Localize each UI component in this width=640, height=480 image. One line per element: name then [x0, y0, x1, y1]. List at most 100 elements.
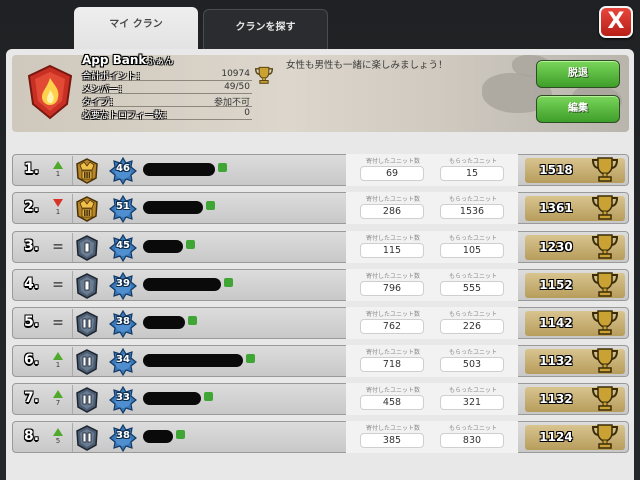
member-row[interactable]: 2. 1 51 寄付したユニット数 もらったユニット 286 1536 1361	[12, 192, 629, 224]
tab-my-clan[interactable]: マイ クラン	[74, 7, 198, 53]
member-level: 38	[116, 430, 130, 441]
clan-stat-members: メンバー： 49/50	[82, 82, 252, 95]
stat-value: 49/50	[224, 82, 250, 92]
member-name-redacted[interactable]	[143, 392, 201, 405]
clan-badge-icon	[27, 64, 73, 120]
received-label: もらったユニット	[448, 273, 497, 280]
donated-label: 寄付したユニット数	[365, 158, 420, 165]
trophy-icon	[591, 156, 619, 186]
member-name-redacted[interactable]	[143, 163, 215, 176]
member-row[interactable]: 3. = 45 寄付したユニット数 もらったユニット 115 105 1230	[12, 231, 629, 263]
role-elder-icon	[75, 235, 99, 261]
role-member-icon	[75, 349, 99, 375]
member-trophies: 1132	[539, 392, 573, 406]
donated-value: 69	[360, 166, 424, 181]
rank-same-icon: =	[52, 315, 64, 331]
trophy-icon	[591, 271, 619, 301]
rank-change-value: 1	[55, 208, 61, 216]
trophy-icon	[591, 385, 619, 415]
chat-icon	[246, 354, 255, 363]
received-label: もらったユニット	[448, 196, 497, 203]
chat-icon	[176, 430, 185, 439]
close-button[interactable]: X	[599, 6, 633, 38]
member-rank: 1.	[24, 161, 40, 177]
member-rank: 5.	[24, 314, 40, 330]
role-elder-icon	[75, 273, 99, 299]
rank-change: =	[51, 273, 65, 299]
rank-up-icon	[53, 352, 63, 360]
rank-change: 1	[51, 158, 65, 184]
role-member-icon	[75, 387, 99, 413]
clan-name: App Bankふぁん	[82, 53, 173, 67]
member-name-redacted[interactable]	[143, 278, 221, 291]
donated-label: 寄付したユニット数	[365, 235, 420, 242]
member-name-redacted[interactable]	[143, 354, 243, 367]
tab-find-clan[interactable]: クランを探す	[203, 9, 328, 49]
member-level: 51	[116, 201, 130, 212]
stat-label: タイプ：	[82, 98, 119, 108]
rank-change: 5	[51, 425, 65, 451]
member-row[interactable]: 6. 1 34 寄付したユニット数 もらったユニット 718 503 1132	[12, 345, 629, 377]
stat-label: メンバー：	[82, 85, 128, 95]
member-rank: 7.	[24, 390, 40, 406]
chat-icon	[186, 240, 195, 249]
member-row[interactable]: 1. 1 46 寄付したユニット数 もらったユニット 69 15 1518	[12, 154, 629, 186]
trophy-icon	[591, 347, 619, 377]
member-rank: 6.	[24, 352, 40, 368]
rank-same-icon: =	[52, 277, 64, 293]
member-name-redacted[interactable]	[143, 430, 173, 443]
trophy-icon	[591, 233, 619, 263]
received-label: もらったユニット	[448, 425, 497, 432]
rank-change-value: 1	[55, 361, 61, 369]
divider	[72, 194, 73, 223]
divider	[72, 423, 73, 452]
clan-name-suffix: ふぁん	[146, 57, 174, 67]
received-label: もらったユニット	[448, 311, 497, 318]
donated-value: 796	[360, 281, 424, 296]
stat-label: 必要なトロフィー数：	[82, 111, 172, 121]
leave-button[interactable]: 脱退	[536, 60, 620, 88]
member-trophies: 1361	[539, 201, 573, 215]
clan-description: 女性も男性も一緒に楽しみましょう！	[286, 60, 448, 71]
role-member-icon	[75, 425, 99, 451]
unit-stats: 寄付したユニット数 もらったユニット 286 1536	[346, 192, 518, 224]
received-value: 503	[440, 357, 504, 372]
member-name-redacted[interactable]	[143, 240, 183, 253]
rank-up-icon	[53, 161, 63, 169]
clan-stat-type: タイプ： 参加不可	[82, 95, 252, 108]
member-trophies: 1132	[539, 354, 573, 368]
member-row[interactable]: 5. = 38 寄付したユニット数 もらったユニット 762 226 1142	[12, 307, 629, 339]
donated-label: 寄付したユニット数	[365, 311, 420, 318]
unit-stats: 寄付したユニット数 もらったユニット 458 321	[346, 383, 518, 415]
divider	[72, 233, 73, 262]
rank-change: =	[51, 311, 65, 337]
unit-stats: 寄付したユニット数 もらったユニット 796 555	[346, 269, 518, 301]
stat-value: 10974	[221, 69, 250, 79]
member-row[interactable]: 4. = 39 寄付したユニット数 もらったユニット 796 555 1152	[12, 269, 629, 301]
member-name-redacted[interactable]	[143, 201, 203, 214]
trophy-icon	[254, 66, 274, 88]
member-level: 39	[116, 278, 130, 289]
received-value: 321	[440, 395, 504, 410]
rank-change-value: 1	[55, 170, 61, 178]
member-rank: 8.	[24, 428, 40, 444]
received-label: もらったユニット	[448, 349, 497, 356]
received-value: 226	[440, 319, 504, 334]
stat-value: 参加不可	[213, 98, 250, 108]
edit-button[interactable]: 編集	[536, 95, 620, 123]
divider	[72, 271, 73, 300]
member-rank: 3.	[24, 238, 40, 254]
member-row[interactable]: 8. 5 38 寄付したユニット数 もらったユニット 385 830 1124	[12, 421, 629, 453]
chat-icon	[206, 201, 215, 210]
trophy-icon	[591, 194, 619, 224]
unit-stats: 寄付したユニット数 もらったユニット 762 226	[346, 307, 518, 339]
member-name-redacted[interactable]	[143, 316, 185, 329]
received-label: もらったユニット	[448, 158, 497, 165]
unit-stats: 寄付したユニット数 もらったユニット 385 830	[346, 421, 518, 453]
trophy-icon	[591, 309, 619, 339]
member-trophies: 1230	[539, 240, 573, 254]
member-row[interactable]: 7. 7 33 寄付したユニット数 もらったユニット 458 321 1132	[12, 383, 629, 415]
unit-stats: 寄付したユニット数 もらったユニット 69 15	[346, 154, 518, 186]
unit-stats: 寄付したユニット数 もらったユニット 115 105	[346, 231, 518, 263]
donated-label: 寄付したユニット数	[365, 196, 420, 203]
